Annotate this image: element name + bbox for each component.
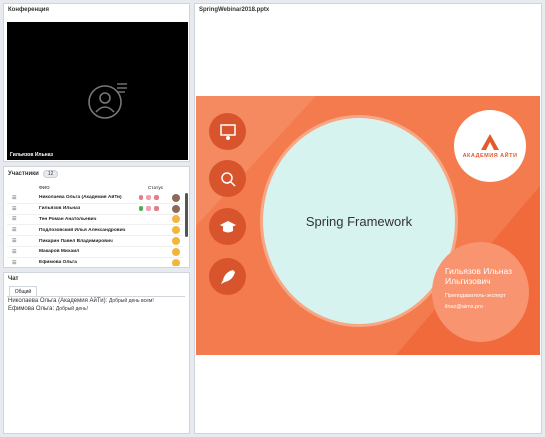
- speaker-avatar-icon: [172, 204, 180, 213]
- icon-caption: [206, 198, 250, 202]
- message-text: Добрый день всем!: [108, 298, 154, 304]
- chat-messages: Николаева Ольга (Академия АйТи): Добрый …: [8, 298, 186, 314]
- icon-caption: [206, 246, 250, 250]
- speaker-email: ilnaz@aims.pro: [445, 304, 483, 310]
- graduation-cap-icon: [209, 208, 246, 245]
- drag-handle-icon[interactable]: ☰: [12, 238, 20, 244]
- participants-title: Участники: [8, 170, 39, 177]
- analytics-icon: [209, 160, 246, 197]
- listener-avatar-icon: [172, 226, 180, 235]
- participant-row[interactable]: ☰ Гильязов Ильназ: [7, 204, 183, 215]
- speaker-circle: Гильязов Ильназ Ильгизович Преподаватель…: [432, 242, 529, 342]
- participant-name: Подлозовский Илья Александрович: [39, 227, 126, 233]
- presentation-panel: SpringWebinar2018.pptx Spring Framework: [194, 3, 542, 434]
- chat-message: Ефимова Ольга: Добрый день!: [8, 306, 186, 312]
- screen-icon[interactable]: [154, 195, 159, 201]
- message-text: Добрый день!: [55, 306, 88, 312]
- moderator-avatar-icon: [172, 193, 180, 202]
- participant-row[interactable]: ☰ Ефимова Ольга: [7, 258, 183, 266]
- participant-row[interactable]: ☰ Николаева Ольга (Академия АйТи): [7, 193, 183, 204]
- conference-title: Конференция: [8, 7, 49, 13]
- mic-icon[interactable]: [139, 206, 143, 212]
- participant-name: Николаева Ольга (Академия АйТи): [39, 195, 122, 201]
- participants-count-badge: 12: [42, 169, 59, 178]
- participant-name: Ефимова Ольга: [39, 260, 77, 266]
- icon-caption: [206, 296, 250, 300]
- mic-icon[interactable]: [139, 195, 143, 201]
- listener-avatar-icon: [172, 215, 180, 224]
- listener-avatar-icon: [172, 237, 180, 246]
- participants-panel: Участники 12 ФИО Статус ☰ Николаева Ольг…: [3, 166, 190, 268]
- screen-icon[interactable]: [154, 206, 159, 212]
- participant-row[interactable]: ☰ Пикарин Павел Владимирович: [7, 236, 183, 247]
- drag-handle-icon[interactable]: ☰: [12, 227, 20, 233]
- academy-logo-icon: [481, 133, 499, 150]
- participants-scrollbar[interactable]: [185, 193, 188, 237]
- message-author: Николаева Ольга (Академия АйТи):: [8, 298, 108, 304]
- participants-table-header: ФИО Статус: [7, 184, 183, 192]
- video-area[interactable]: Гильязов Ильназ: [7, 22, 188, 160]
- column-name-header[interactable]: ФИО: [39, 185, 50, 190]
- logo-text: АКАДЕМИЯ АЙТИ: [462, 152, 518, 159]
- rocket-icon: [209, 258, 246, 295]
- drag-handle-icon[interactable]: ☰: [12, 260, 20, 266]
- no-camera-icon: [88, 83, 127, 119]
- listener-avatar-icon: [172, 247, 180, 256]
- chat-panel: Чат Общий Николаева Ольга (Академия АйТи…: [3, 272, 190, 434]
- listener-avatar-icon: [172, 258, 180, 266]
- participants-list: ☰ Николаева Ольга (Академия АйТи) ☰ Гиль…: [7, 193, 183, 266]
- icon-caption: [206, 151, 250, 155]
- drag-handle-icon[interactable]: ☰: [12, 216, 20, 222]
- drag-handle-icon[interactable]: ☰: [12, 206, 20, 212]
- presentation-title: SpringWebinar2018.pptx: [199, 7, 270, 13]
- presentation-slide: Spring Framework АКАДЕМИЯ АЙТИ Гильязов …: [196, 96, 540, 355]
- speaker-role: Преподаватель-эксперт: [445, 293, 506, 299]
- participant-status: [139, 195, 172, 201]
- video-participant-name: Гильязов Ильназ: [10, 152, 54, 158]
- drag-handle-icon[interactable]: ☰: [12, 195, 20, 201]
- slide-title-circle: Spring Framework: [260, 115, 458, 327]
- participant-status: [139, 206, 172, 212]
- academy-logo: АКАДЕМИЯ АЙТИ: [454, 110, 526, 182]
- tab-divider: [7, 296, 185, 297]
- message-author: Ефимова Ольга:: [8, 306, 55, 312]
- participant-name: Макаров Михаил: [39, 249, 80, 255]
- participant-name: Пикарин Павел Владимирович: [39, 238, 113, 244]
- drag-handle-icon[interactable]: ☰: [12, 249, 20, 255]
- chat-message: Николаева Ольга (Академия АйТи): Добрый …: [8, 298, 186, 304]
- conference-panel: Конференция Гильязов Ильназ: [3, 3, 190, 162]
- camera-icon[interactable]: [146, 195, 151, 201]
- slide-heading: Spring Framework: [305, 213, 413, 229]
- participant-row[interactable]: ☰ Подлозовский Илья Александрович: [7, 225, 183, 237]
- chat-title: Чат: [8, 276, 19, 282]
- participant-row[interactable]: ☰ Макаров Михаил: [7, 247, 183, 258]
- participants-header: Участники 12: [4, 167, 189, 180]
- speaker-name: Гильязов Ильназ Ильгизович: [445, 266, 512, 286]
- camera-icon[interactable]: [146, 206, 151, 212]
- participant-name: Тен Роман Анатольевич: [39, 216, 97, 222]
- column-status-header[interactable]: Статус: [148, 185, 163, 190]
- participant-name: Гильязов Ильназ: [39, 206, 81, 212]
- participant-row[interactable]: ☰ Тен Роман Анатольевич: [7, 215, 183, 226]
- presentation-board-icon: [209, 113, 246, 150]
